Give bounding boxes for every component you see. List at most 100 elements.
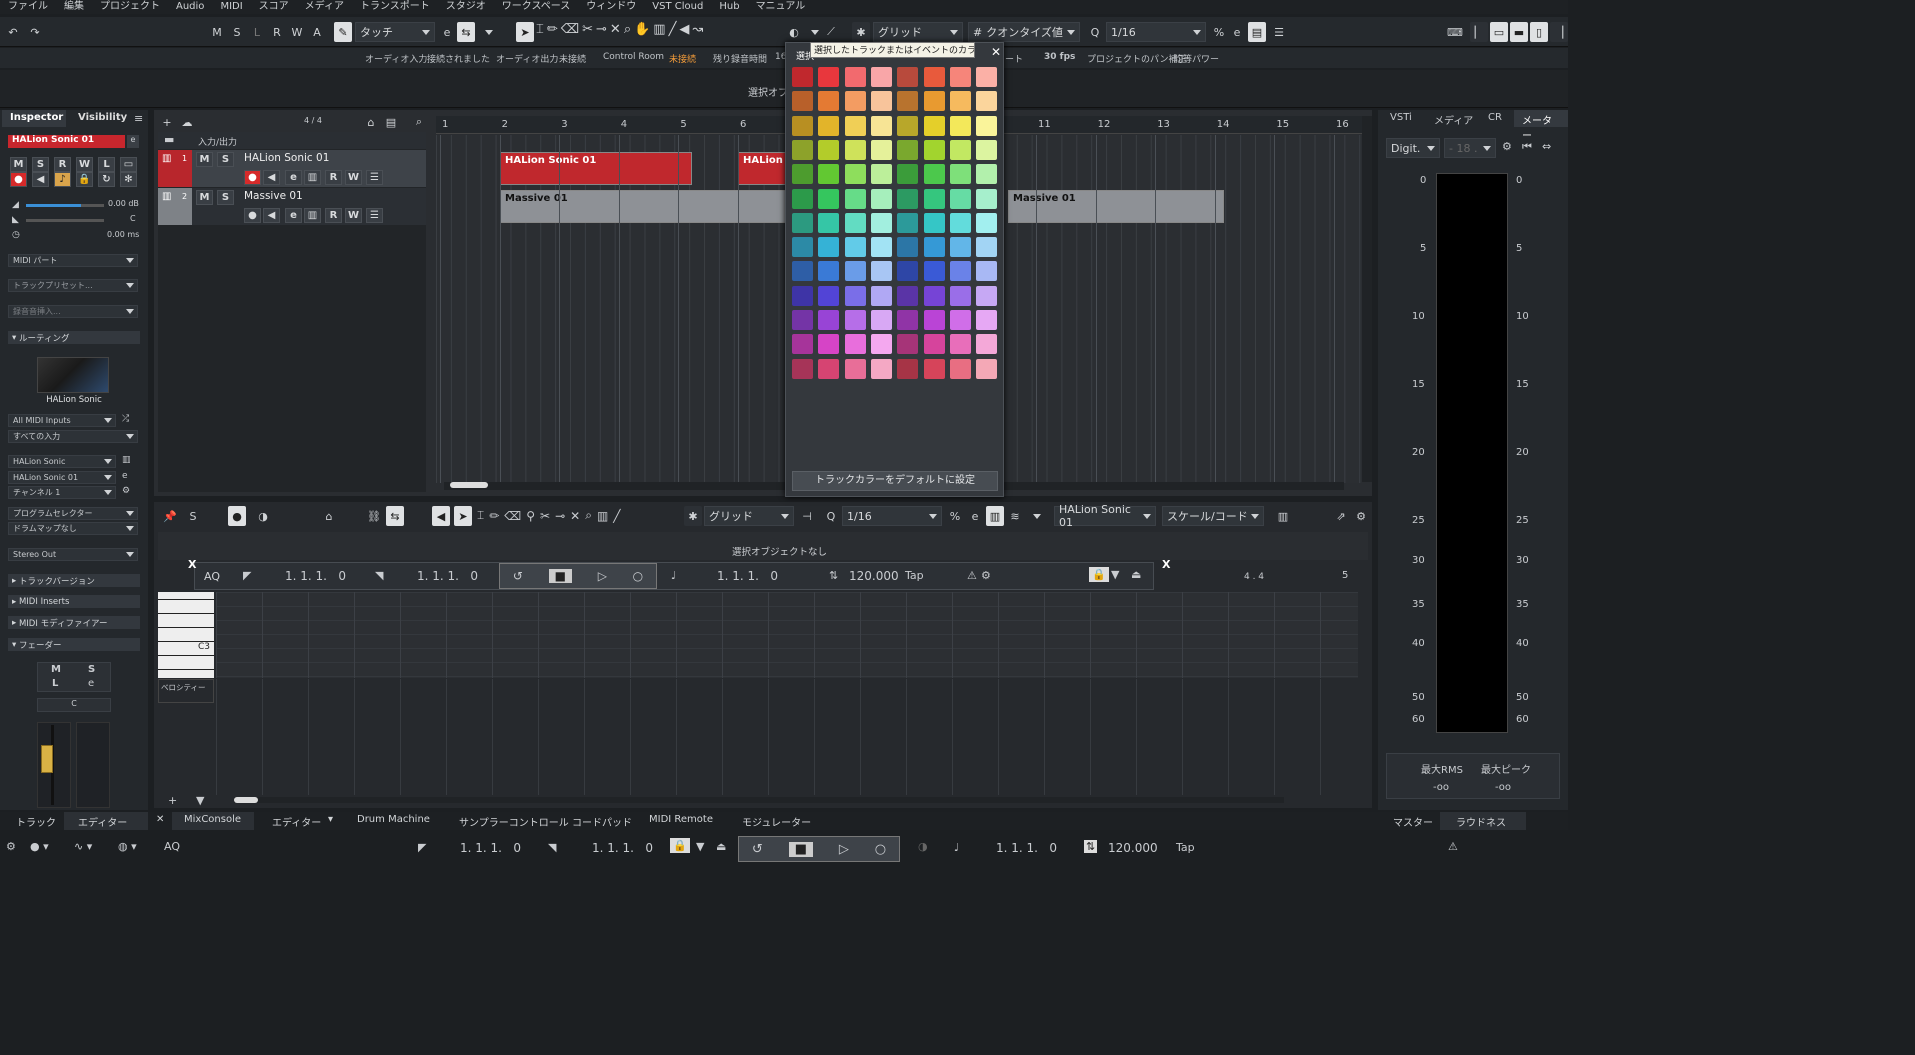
keyboard-icon[interactable]: ⌨	[1444, 22, 1466, 42]
color-swatch[interactable]	[844, 67, 866, 87]
color-swatch[interactable]	[897, 237, 919, 258]
drag-mode-chevron-icon[interactable]	[480, 22, 498, 42]
edit-instrument-icon[interactable]: e	[127, 135, 139, 148]
insp-mute-button[interactable]: M	[10, 157, 27, 172]
tab-editor[interactable]: エディター	[272, 814, 321, 829]
fader-listen-button[interactable]: L	[52, 678, 58, 689]
right-locator-value[interactable]: 1. 1. 1. 0	[417, 569, 478, 583]
inspector-menu-icon[interactable]: ≡	[134, 112, 143, 125]
editor-drag-icon[interactable]: ⇆	[386, 506, 404, 526]
editor-comp-icon[interactable]: ▥	[597, 509, 608, 523]
menu-item[interactable]: トランスポート	[352, 0, 438, 14]
editor-quant-select[interactable]: 1/16	[842, 506, 942, 526]
editor-glue-icon[interactable]: ⊸	[555, 509, 565, 523]
tab-master[interactable]: マスター	[1393, 814, 1433, 829]
track1-record-button[interactable]: ●	[244, 170, 261, 185]
color-swatch[interactable]	[949, 358, 971, 379]
tab-vsti[interactable]: VSTi	[1390, 112, 1412, 123]
color-swatch[interactable]	[949, 212, 971, 233]
track2-solo-button[interactable]: S	[217, 190, 234, 205]
tap-button[interactable]: Tap	[905, 569, 924, 582]
transport-marker-icon[interactable]: ▼	[696, 840, 704, 853]
solo-editor-icon[interactable]: S	[184, 506, 202, 526]
color-swatch[interactable]	[976, 139, 998, 160]
shuffle-icon[interactable]: ⤮	[122, 414, 129, 424]
volume-value[interactable]: 0.00 dB	[108, 199, 139, 208]
pan-law-value[interactable]: 均等パワー	[1174, 52, 1219, 65]
color-swatch[interactable]	[949, 310, 971, 330]
color-swatch[interactable]	[844, 91, 866, 112]
menu-item[interactable]: VST Cloud	[644, 0, 711, 14]
editor-dropper-icon[interactable]: ⚲	[526, 509, 535, 523]
editor-zoom-icon[interactable]: ⌕	[585, 508, 592, 523]
glue-tool-icon[interactable]: ⊸	[596, 22, 607, 37]
tab-media[interactable]: メディア	[1434, 112, 1473, 127]
add-track-folder-icon[interactable]: ☁	[178, 112, 196, 132]
menu-item[interactable]: マニュアル	[748, 0, 814, 14]
color-swatch[interactable]	[976, 334, 998, 355]
retrospective-icon[interactable]: ◑	[254, 506, 272, 526]
editor-open-window-icon[interactable]: ⇗	[1332, 506, 1350, 526]
color-swatch[interactable]	[792, 285, 813, 306]
editor-iq-icon[interactable]: %	[946, 506, 964, 526]
editor-pencil-icon[interactable]: ✏	[489, 509, 499, 523]
color-swatch[interactable]	[844, 237, 866, 258]
tab-drum-machine[interactable]: Drum Machine	[357, 814, 430, 825]
eraser-tool-icon[interactable]: ⌫	[561, 22, 579, 37]
color-tool-icon[interactable]: ◐	[785, 22, 803, 42]
color-swatch[interactable]	[870, 115, 892, 136]
editor-visibility-icon[interactable]: ⌂	[320, 506, 338, 526]
menu-item[interactable]: ファイル	[0, 0, 56, 14]
tab-mixconsole[interactable]: MixConsole	[184, 814, 241, 825]
color-swatch[interactable]	[844, 188, 866, 209]
color-swatch[interactable]	[923, 67, 945, 87]
close-lower-zone-icon[interactable]: ✕	[156, 814, 164, 825]
color-swatch[interactable]	[844, 310, 866, 330]
snap-type-select[interactable]: グリッド	[873, 22, 963, 42]
line-tool-icon[interactable]: ╱	[669, 22, 677, 37]
editor-quant-icon[interactable]: Q	[822, 506, 840, 526]
audio-in-value[interactable]: 接続されました	[427, 52, 490, 65]
track1-read-button[interactable]: R	[325, 170, 342, 185]
track-name[interactable]: HALion Sonic 01	[244, 152, 329, 164]
pin-icon[interactable]: 📌	[160, 506, 180, 526]
tab-visibility[interactable]: Visibility	[70, 110, 132, 127]
editor-eraser-icon[interactable]: ⌫	[504, 509, 521, 523]
color-swatch[interactable]	[844, 358, 866, 379]
color-swatch[interactable]	[923, 212, 945, 233]
color-swatch[interactable]	[870, 334, 892, 355]
snap-icon[interactable]: ✱	[852, 22, 870, 42]
track1-monitor-button[interactable]: ◀	[263, 170, 280, 185]
color-swatch[interactable]	[949, 285, 971, 306]
fader-pan[interactable]: C	[37, 698, 111, 712]
transport-play-button[interactable]: ▷	[839, 842, 849, 857]
tab-cr[interactable]: CR	[1488, 112, 1502, 123]
automation-mode-select[interactable]: タッチ	[355, 22, 435, 42]
track2-keys-button[interactable]: ▥	[304, 208, 321, 223]
mute-toggle[interactable]: M	[208, 22, 226, 42]
folder-track[interactable]: ▬ 入力/出力	[158, 132, 426, 149]
color-swatch[interactable]	[897, 285, 919, 306]
color-swatch[interactable]	[923, 261, 945, 282]
quantize-preset-select[interactable]: # クオンタイズ値	[968, 22, 1080, 42]
menu-item[interactable]: メディア	[297, 0, 352, 14]
redo-icon[interactable]: ↷	[26, 22, 44, 42]
editor-scissors-icon[interactable]: ✂	[540, 509, 550, 523]
color-swatch[interactable]	[897, 164, 919, 185]
color-swatch[interactable]	[844, 164, 866, 185]
midi-part-select[interactable]: MIDI パート	[8, 254, 138, 267]
quantize-search-icon[interactable]: Q	[1086, 22, 1104, 42]
channel-settings-icon[interactable]: ⚙	[122, 486, 130, 496]
event-massive-1[interactable]: Massive 01	[500, 190, 790, 223]
editor-range-icon[interactable]: ⌶	[477, 508, 484, 523]
color-swatch[interactable]	[923, 91, 945, 112]
color-swatch[interactable]	[792, 261, 813, 282]
color-swatch[interactable]	[792, 310, 813, 330]
editor-pointer-icon[interactable]: ➤	[454, 506, 472, 526]
insp-lock2-button[interactable]: 🔒	[76, 172, 93, 187]
tab-midi-remote[interactable]: MIDI Remote	[649, 814, 713, 825]
editor-tab-chevron-icon[interactable]: ▾	[328, 814, 333, 825]
insp-note-button[interactable]: ♪	[54, 172, 71, 187]
play-button[interactable]: ▷	[598, 569, 607, 583]
tab-meter[interactable]: メーター	[1514, 110, 1568, 142]
